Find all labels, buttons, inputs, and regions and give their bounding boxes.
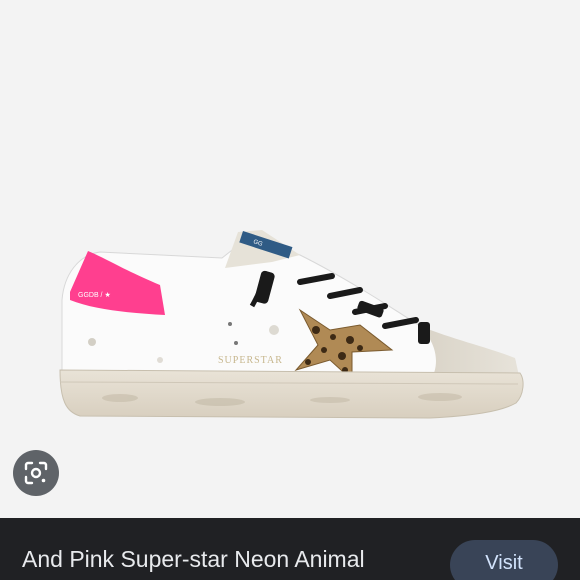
svg-text:GGDB / ★: GGDB / ★: [78, 291, 111, 299]
visit-button[interactable]: Visit: [450, 540, 558, 580]
svg-text:SUPERSTAR: SUPERSTAR: [218, 355, 283, 366]
image-area[interactable]: GGDB / ★ GG SUPERSTAR: [0, 0, 580, 518]
lens-icon: [24, 461, 48, 485]
product-title[interactable]: And Pink Super-star Neon Animal: [22, 544, 432, 574]
product-image[interactable]: GGDB / ★ GG SUPERSTAR: [0, 0, 580, 518]
result-footer: And Pink Super-star Neon Animal Visit: [0, 518, 580, 580]
image-viewer: GGDB / ★ GG SUPERSTAR And Pink Super-sta…: [0, 0, 580, 580]
lens-button[interactable]: [13, 450, 59, 496]
